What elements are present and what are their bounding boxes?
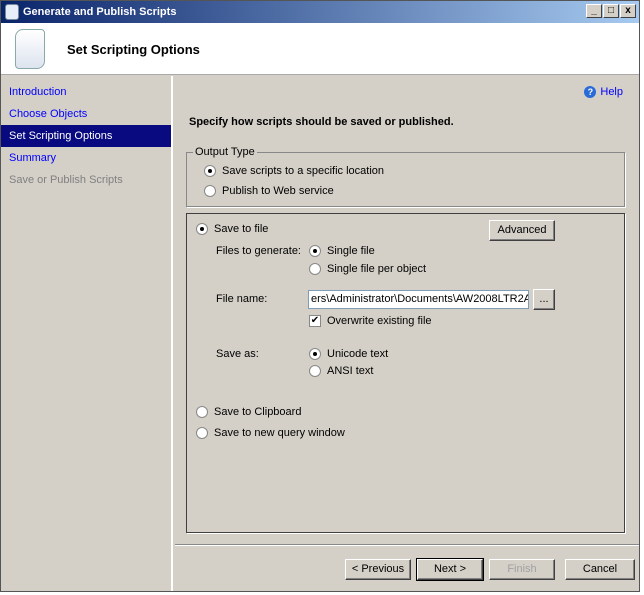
radio-save-specific-location[interactable]: Save scripts to a specific location — [204, 165, 384, 177]
help-label: Help — [600, 86, 623, 98]
main-panel: ? Help Specify how scripts should be save… — [175, 76, 639, 591]
app-icon — [5, 4, 19, 20]
radio-ansi-text[interactable]: ANSI text — [309, 365, 373, 377]
radio-single-file-per-object[interactable]: Single file per object — [309, 263, 426, 275]
script-scroll-icon — [15, 29, 45, 69]
page-title: Set Scripting Options — [67, 42, 200, 57]
radio-publish-web-service[interactable]: Publish to Web service — [204, 185, 334, 197]
radio-label: ANSI text — [327, 365, 374, 377]
step-choose-objects[interactable]: Choose Objects — [1, 103, 171, 125]
radio-single-file[interactable]: Single file — [309, 245, 375, 257]
footer-divider — [175, 544, 639, 546]
radio-label: Save to file — [214, 223, 269, 235]
radio-label: Single file — [327, 245, 375, 257]
overwrite-checkbox[interactable]: ✔ Overwrite existing file — [309, 315, 432, 327]
radio-unicode-text[interactable]: Unicode text — [309, 348, 388, 360]
output-type-group: Output Type Save scripts to a specific l… — [186, 146, 625, 207]
file-name-input[interactable]: ers\Administrator\Documents\AW2008LTR2AZ… — [308, 290, 529, 309]
radio-label: Unicode text — [327, 348, 389, 360]
radio-label: Publish to Web service — [222, 185, 334, 197]
previous-button[interactable]: < Previous — [345, 559, 411, 580]
wizard-header: Set Scripting Options — [1, 23, 639, 75]
next-button[interactable]: Next > — [416, 558, 484, 581]
step-summary[interactable]: Summary — [1, 147, 171, 169]
radio-save-to-query-window[interactable]: Save to new query window — [196, 427, 345, 439]
browse-button[interactable]: ... — [533, 289, 555, 310]
finish-button: Finish — [489, 559, 555, 580]
advanced-button[interactable]: Advanced — [489, 220, 555, 241]
radio-label: Save to new query window — [214, 427, 345, 439]
checkbox-label: Overwrite existing file — [327, 315, 432, 327]
maximize-button[interactable]: □ — [603, 4, 619, 18]
files-to-generate-label: Files to generate: — [216, 245, 301, 257]
save-options-panel: Save to file Advanced Files to generate:… — [186, 213, 625, 533]
help-icon: ? — [584, 86, 597, 98]
close-button[interactable]: x — [620, 4, 636, 18]
step-set-scripting-options[interactable]: Set Scripting Options — [1, 125, 171, 147]
help-link[interactable]: ? Help — [584, 86, 623, 98]
wizard-steps: Introduction Choose Objects Set Scriptin… — [1, 76, 173, 591]
radio-label: Save to Clipboard — [214, 406, 302, 418]
radio-save-to-file[interactable]: Save to file — [196, 223, 268, 235]
save-as-label: Save as: — [216, 348, 259, 360]
minimize-button[interactable]: _ — [586, 4, 602, 18]
wizard-window: Generate and Publish Scripts _ □ x Set S… — [0, 0, 640, 592]
step-save-or-publish: Save or Publish Scripts — [9, 174, 123, 186]
title-bar: Generate and Publish Scripts _ □ x — [1, 1, 639, 23]
window-title: Generate and Publish Scripts — [23, 6, 177, 18]
radio-label: Save scripts to a specific location — [222, 165, 385, 177]
radio-save-to-clipboard[interactable]: Save to Clipboard — [196, 406, 301, 418]
step-introduction[interactable]: Introduction — [1, 81, 171, 103]
instruction-text: Specify how scripts should be saved or p… — [189, 116, 454, 128]
radio-label: Single file per object — [327, 263, 427, 275]
output-type-label: Output Type — [193, 146, 257, 158]
cancel-button[interactable]: Cancel — [565, 559, 635, 580]
file-name-label: File name: — [216, 293, 268, 305]
